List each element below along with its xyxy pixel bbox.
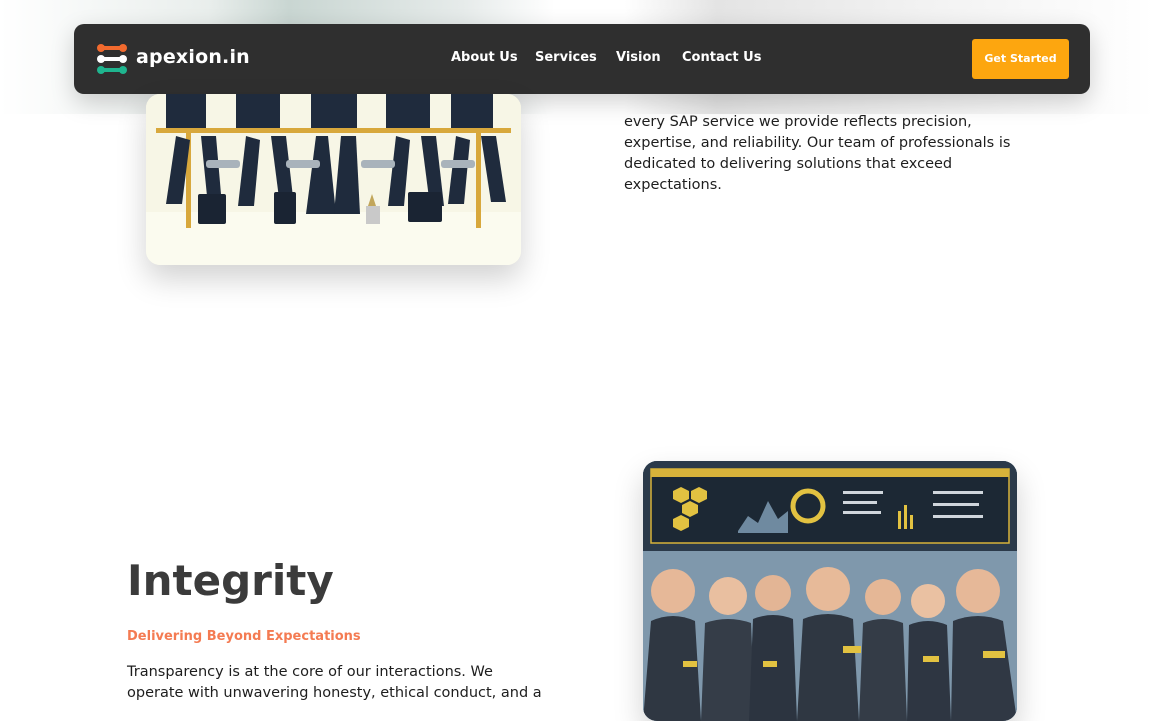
nav-about-us[interactable]: About Us — [451, 50, 518, 65]
nav-contact-us[interactable]: Contact Us — [682, 50, 761, 65]
integrity-team-image — [643, 461, 1017, 721]
integrity-title: Integrity — [127, 556, 334, 605]
brand-name[interactable]: apexion.in — [136, 46, 250, 68]
navbar: apexion.in About Us Services Vision Cont… — [74, 24, 1090, 94]
nav-vision[interactable]: Vision — [616, 50, 661, 65]
logo-icon[interactable] — [96, 43, 128, 75]
team-meeting-image — [146, 94, 521, 265]
intro-paragraph: every SAP service we provide reflects pr… — [624, 114, 1011, 193]
nav-services[interactable]: Services — [535, 50, 597, 65]
integrity-subtitle: Delivering Beyond Expectations — [127, 629, 361, 644]
get-started-button[interactable]: Get Started — [972, 39, 1069, 79]
integrity-paragraph: Transparency is at the core of our inter… — [127, 664, 542, 701]
